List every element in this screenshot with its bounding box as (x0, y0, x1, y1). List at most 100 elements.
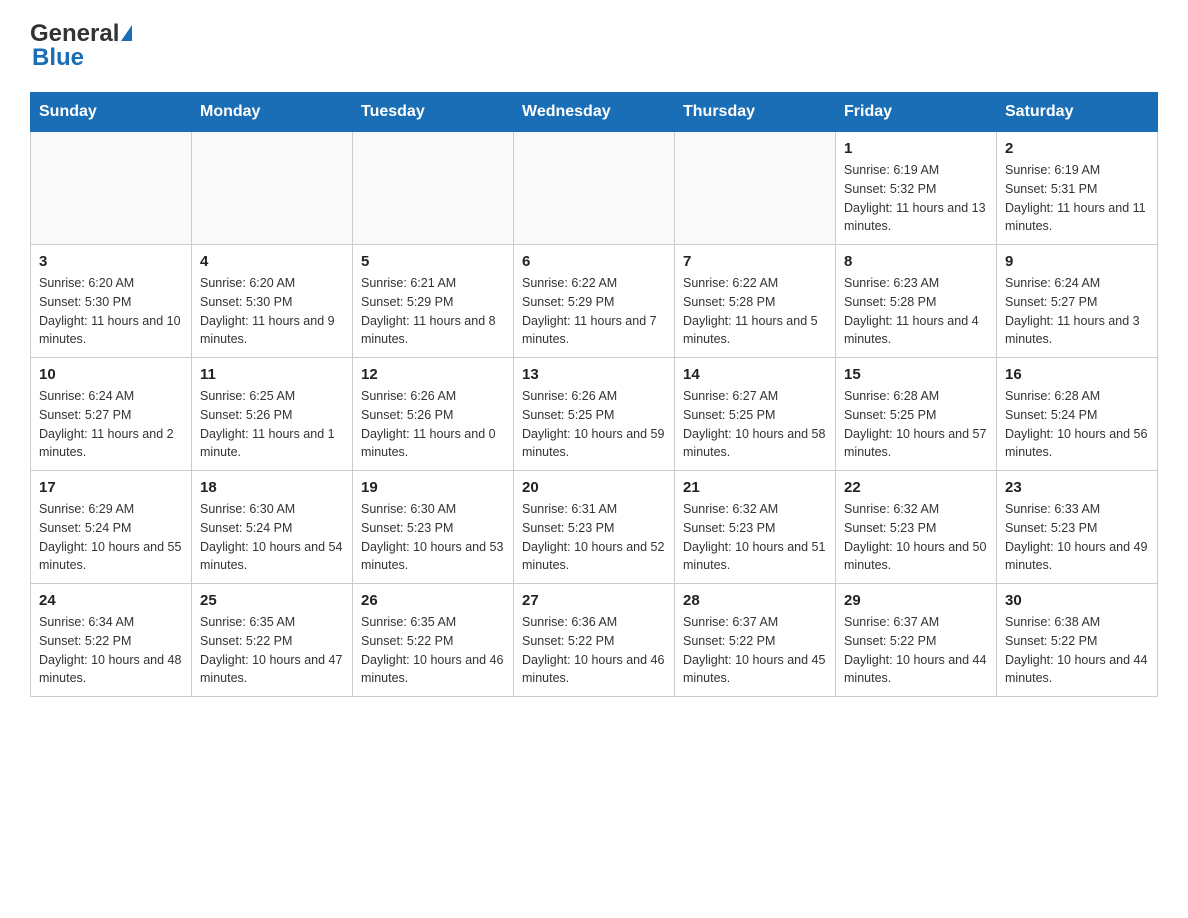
calendar-cell: 2 Sunrise: 6:19 AM Sunset: 5:31 PM Daylig… (997, 132, 1158, 245)
calendar-cell: 3 Sunrise: 6:20 AM Sunset: 5:30 PM Daylig… (31, 245, 192, 358)
calendar-cell: 21Sunrise: 6:32 AM Sunset: 5:23 PM Dayli… (675, 471, 836, 584)
day-info: Sunrise: 6:20 AM Sunset: 5:30 PM Dayligh… (39, 274, 183, 349)
calendar-week-row: 1 Sunrise: 6:19 AM Sunset: 5:32 PM Daylig… (31, 132, 1158, 245)
day-number: 14 (683, 366, 827, 383)
day-number: 21 (683, 479, 827, 496)
calendar-cell: 26 Sunrise: 6:35 AM Sunset: 5:22 PM Dayli… (353, 584, 514, 697)
day-number: 6 (522, 253, 666, 270)
header-saturday: Saturday (997, 93, 1158, 132)
day-number: 17 (39, 479, 183, 496)
calendar-cell (31, 132, 192, 245)
calendar-week-row: 24 Sunrise: 6:34 AM Sunset: 5:22 PM Dayli… (31, 584, 1158, 697)
day-number: 27 (522, 592, 666, 609)
day-number: 28 (683, 592, 827, 609)
calendar-week-row: 17 Sunrise: 6:29 AM Sunset: 5:24 PM Dayli… (31, 471, 1158, 584)
day-info: Sunrise: 6:24 AM Sunset: 5:27 PM Dayligh… (39, 387, 183, 462)
calendar-cell: 24 Sunrise: 6:34 AM Sunset: 5:22 PM Dayli… (31, 584, 192, 697)
day-number: 10 (39, 366, 183, 383)
calendar-table: SundayMondayTuesdayWednesdayThursdayFrid… (30, 92, 1158, 697)
day-info: Sunrise: 6:38 AM Sunset: 5:22 PM Dayligh… (1005, 613, 1149, 688)
day-info: Sunrise: 6:33 AM Sunset: 5:23 PM Dayligh… (1005, 500, 1149, 575)
calendar-cell: 15 Sunrise: 6:28 AM Sunset: 5:25 PM Dayli… (836, 358, 997, 471)
header-tuesday: Tuesday (353, 93, 514, 132)
logo: General Blue (30, 20, 132, 72)
day-info: Sunrise: 6:25 AM Sunset: 5:26 PM Dayligh… (200, 387, 344, 462)
calendar-cell: 11 Sunrise: 6:25 AM Sunset: 5:26 PM Dayli… (192, 358, 353, 471)
calendar-week-row: 3 Sunrise: 6:20 AM Sunset: 5:30 PM Daylig… (31, 245, 1158, 358)
header-friday: Friday (836, 93, 997, 132)
day-number: 4 (200, 253, 344, 270)
calendar-cell: 5Sunrise: 6:21 AM Sunset: 5:29 PM Daylig… (353, 245, 514, 358)
day-info: Sunrise: 6:27 AM Sunset: 5:25 PM Dayligh… (683, 387, 827, 462)
day-number: 16 (1005, 366, 1149, 383)
calendar-cell (514, 132, 675, 245)
calendar-cell: 6Sunrise: 6:22 AM Sunset: 5:29 PM Daylig… (514, 245, 675, 358)
calendar-cell (675, 132, 836, 245)
day-number: 11 (200, 366, 344, 383)
calendar-cell: 8Sunrise: 6:23 AM Sunset: 5:28 PM Daylig… (836, 245, 997, 358)
day-info: Sunrise: 6:34 AM Sunset: 5:22 PM Dayligh… (39, 613, 183, 688)
calendar-cell: 1 Sunrise: 6:19 AM Sunset: 5:32 PM Daylig… (836, 132, 997, 245)
day-number: 20 (522, 479, 666, 496)
day-info: Sunrise: 6:35 AM Sunset: 5:22 PM Dayligh… (361, 613, 505, 688)
day-info: Sunrise: 6:37 AM Sunset: 5:22 PM Dayligh… (844, 613, 988, 688)
calendar-cell: 22 Sunrise: 6:32 AM Sunset: 5:23 PM Dayli… (836, 471, 997, 584)
day-info: Sunrise: 6:24 AM Sunset: 5:27 PM Dayligh… (1005, 274, 1149, 349)
day-number: 18 (200, 479, 344, 496)
day-number: 23 (1005, 479, 1149, 496)
day-info: Sunrise: 6:19 AM Sunset: 5:31 PM Dayligh… (1005, 161, 1149, 236)
calendar-cell: 27Sunrise: 6:36 AM Sunset: 5:22 PM Dayli… (514, 584, 675, 697)
calendar-cell: 4 Sunrise: 6:20 AM Sunset: 5:30 PM Daylig… (192, 245, 353, 358)
day-info: Sunrise: 6:26 AM Sunset: 5:25 PM Dayligh… (522, 387, 666, 462)
day-info: Sunrise: 6:26 AM Sunset: 5:26 PM Dayligh… (361, 387, 505, 462)
calendar-cell: 13Sunrise: 6:26 AM Sunset: 5:25 PM Dayli… (514, 358, 675, 471)
calendar-cell: 14 Sunrise: 6:27 AM Sunset: 5:25 PM Dayli… (675, 358, 836, 471)
day-number: 26 (361, 592, 505, 609)
logo-blue: Blue (32, 44, 84, 72)
day-info: Sunrise: 6:20 AM Sunset: 5:30 PM Dayligh… (200, 274, 344, 349)
day-info: Sunrise: 6:29 AM Sunset: 5:24 PM Dayligh… (39, 500, 183, 575)
day-info: Sunrise: 6:23 AM Sunset: 5:28 PM Dayligh… (844, 274, 988, 349)
day-info: Sunrise: 6:35 AM Sunset: 5:22 PM Dayligh… (200, 613, 344, 688)
calendar-cell (353, 132, 514, 245)
day-number: 2 (1005, 140, 1149, 157)
day-number: 19 (361, 479, 505, 496)
calendar-week-row: 10 Sunrise: 6:24 AM Sunset: 5:27 PM Dayli… (31, 358, 1158, 471)
day-info: Sunrise: 6:30 AM Sunset: 5:23 PM Dayligh… (361, 500, 505, 575)
day-info: Sunrise: 6:32 AM Sunset: 5:23 PM Dayligh… (844, 500, 988, 575)
calendar-cell: 7Sunrise: 6:22 AM Sunset: 5:28 PM Daylig… (675, 245, 836, 358)
header-sunday: Sunday (31, 93, 192, 132)
calendar-cell: 10 Sunrise: 6:24 AM Sunset: 5:27 PM Dayli… (31, 358, 192, 471)
calendar-cell: 12 Sunrise: 6:26 AM Sunset: 5:26 PM Dayli… (353, 358, 514, 471)
calendar-cell: 23 Sunrise: 6:33 AM Sunset: 5:23 PM Dayli… (997, 471, 1158, 584)
day-info: Sunrise: 6:31 AM Sunset: 5:23 PM Dayligh… (522, 500, 666, 575)
calendar-header: SundayMondayTuesdayWednesdayThursdayFrid… (31, 93, 1158, 132)
calendar-header-row: SundayMondayTuesdayWednesdayThursdayFrid… (31, 93, 1158, 132)
calendar-cell: 19 Sunrise: 6:30 AM Sunset: 5:23 PM Dayli… (353, 471, 514, 584)
day-number: 12 (361, 366, 505, 383)
calendar-cell: 28Sunrise: 6:37 AM Sunset: 5:22 PM Dayli… (675, 584, 836, 697)
calendar-cell: 25 Sunrise: 6:35 AM Sunset: 5:22 PM Dayli… (192, 584, 353, 697)
day-number: 29 (844, 592, 988, 609)
day-number: 7 (683, 253, 827, 270)
calendar-cell: 30Sunrise: 6:38 AM Sunset: 5:22 PM Dayli… (997, 584, 1158, 697)
day-number: 15 (844, 366, 988, 383)
day-number: 22 (844, 479, 988, 496)
day-info: Sunrise: 6:21 AM Sunset: 5:29 PM Dayligh… (361, 274, 505, 349)
day-info: Sunrise: 6:30 AM Sunset: 5:24 PM Dayligh… (200, 500, 344, 575)
day-info: Sunrise: 6:28 AM Sunset: 5:24 PM Dayligh… (1005, 387, 1149, 462)
calendar-cell: 29 Sunrise: 6:37 AM Sunset: 5:22 PM Dayli… (836, 584, 997, 697)
day-number: 24 (39, 592, 183, 609)
day-number: 25 (200, 592, 344, 609)
calendar-cell (192, 132, 353, 245)
day-number: 3 (39, 253, 183, 270)
header-wednesday: Wednesday (514, 93, 675, 132)
day-info: Sunrise: 6:19 AM Sunset: 5:32 PM Dayligh… (844, 161, 988, 236)
day-info: Sunrise: 6:28 AM Sunset: 5:25 PM Dayligh… (844, 387, 988, 462)
calendar-cell: 18 Sunrise: 6:30 AM Sunset: 5:24 PM Dayli… (192, 471, 353, 584)
header-monday: Monday (192, 93, 353, 132)
calendar-body: 1 Sunrise: 6:19 AM Sunset: 5:32 PM Daylig… (31, 132, 1158, 697)
calendar-cell: 9Sunrise: 6:24 AM Sunset: 5:27 PM Daylig… (997, 245, 1158, 358)
day-number: 1 (844, 140, 988, 157)
calendar-cell: 16 Sunrise: 6:28 AM Sunset: 5:24 PM Dayli… (997, 358, 1158, 471)
